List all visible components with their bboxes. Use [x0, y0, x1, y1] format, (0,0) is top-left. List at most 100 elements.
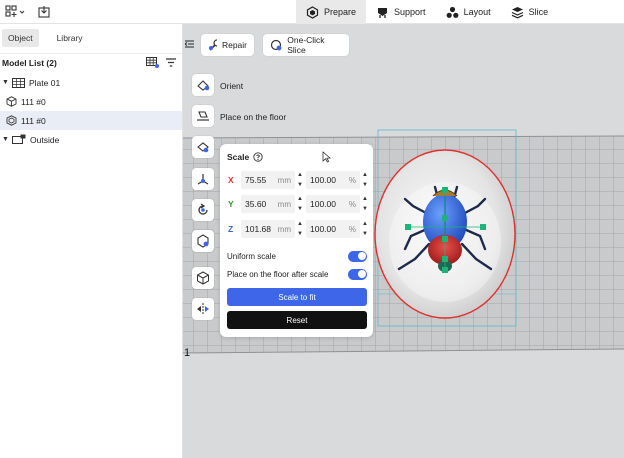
percent-z-stepper[interactable]: ▲ ▼ — [362, 220, 368, 238]
percent-z-value: 100.00 — [310, 224, 336, 234]
repair-button[interactable]: Repair — [201, 34, 254, 56]
percent-x-input[interactable]: 100.00 % — [306, 171, 360, 189]
percent-z-unit: % — [348, 224, 356, 234]
scale-icon — [197, 234, 209, 248]
table-add-icon[interactable] — [146, 57, 159, 68]
scale-title-label: Scale — [227, 152, 250, 162]
tab-library[interactable]: Library — [51, 29, 89, 47]
move-axes-icon — [197, 174, 209, 185]
percent-x-stepper[interactable]: ▲ ▼ — [362, 171, 368, 189]
scale-tool-button[interactable] — [191, 229, 215, 253]
scale-to-fit-button[interactable]: Scale to fit — [227, 288, 367, 306]
mirror-tool-button[interactable] — [192, 298, 214, 320]
top-bar: Prepare Support Layout Slice — [0, 0, 624, 24]
rotate-tool-button[interactable] — [192, 199, 214, 221]
rotate-icon — [198, 203, 208, 215]
cut-icon — [197, 142, 209, 153]
tree-item-part[interactable]: 111 #0 — [0, 111, 182, 130]
mirror-icon — [197, 303, 209, 315]
percent-y-input[interactable]: 100.00 % — [306, 195, 360, 213]
collapse-sidebar-button[interactable] — [183, 38, 195, 50]
scale-row-x: X 75.55 mm ▲ ▼ 100.00 % ▲ ▼ — [220, 171, 373, 189]
support-icon — [378, 7, 388, 18]
object-cube-icon — [6, 96, 17, 107]
prepare-cube-icon — [306, 5, 319, 19]
add-grid-icon — [5, 5, 25, 17]
percent-y-unit: % — [348, 199, 356, 209]
plate-number-label: 1 — [184, 347, 191, 359]
tab-slice[interactable]: Slice — [501, 0, 559, 24]
tab-object[interactable]: Object — [2, 29, 39, 47]
percent-x-value: 100.00 — [310, 175, 336, 185]
place-on-floor-button[interactable] — [192, 105, 214, 127]
scale-row-y: Y 35.60 mm ▲ ▼ 100.00 % ▲ ▼ — [220, 195, 373, 213]
percent-x-unit: % — [348, 175, 356, 185]
percent-z-input[interactable]: 100.00 % — [306, 220, 360, 238]
tab-slice-label: Slice — [528, 7, 549, 17]
tree-item-object-label: 111 #0 — [21, 96, 46, 107]
size-y-unit: mm — [277, 199, 291, 209]
one-click-slice-label: One-Click Slice — [287, 35, 325, 55]
place-on-floor-icon — [197, 111, 209, 121]
import-button[interactable] — [37, 4, 51, 20]
size-z-input[interactable]: 101.68 mm — [241, 220, 295, 238]
one-click-slice-icon — [270, 39, 282, 50]
orient-button[interactable] — [192, 74, 214, 96]
repair-label: Repair — [221, 40, 247, 50]
scale-panel-title: Scale — [227, 152, 263, 162]
size-x-unit: mm — [277, 175, 291, 185]
tab-support-label: Support — [394, 7, 426, 17]
place-floor-after-scale-row: Place on the floor after scale — [227, 267, 367, 281]
cut-tool-button[interactable] — [192, 136, 214, 158]
tree-item-outside[interactable]: ▼ Outside — [0, 130, 182, 149]
model-list-header: Model List (2) — [0, 53, 182, 71]
size-y-value: 35.60 — [245, 199, 267, 209]
collapse-caret-icon[interactable]: ▼ — [2, 79, 9, 86]
size-z-value: 101.68 — [245, 224, 271, 234]
tree-item-plate[interactable]: ▼ Plate 01 — [0, 73, 182, 92]
uniform-scale-label: Uniform scale — [227, 251, 276, 261]
filter-icon[interactable] — [166, 58, 176, 67]
tab-layout-label: Layout — [463, 7, 491, 17]
orient-icon — [197, 80, 210, 91]
size-x-stepper[interactable]: ▲ ▼ — [297, 171, 303, 189]
tree-item-object[interactable]: 111 #0 — [0, 92, 182, 111]
place-floor-after-scale-label: Place on the floor after scale — [227, 269, 329, 279]
size-y-input[interactable]: 35.60 mm — [241, 195, 295, 213]
repair-wrench-icon — [209, 38, 217, 51]
tab-prepare-label: Prepare — [324, 7, 357, 17]
3d-viewport[interactable]: 1 Repair One-Click Slice Orient Place on… — [183, 24, 624, 458]
percent-y-stepper[interactable]: ▲ ▼ — [362, 195, 368, 213]
size-y-stepper[interactable]: ▲ ▼ — [297, 195, 303, 213]
tab-prepare[interactable]: Prepare — [296, 0, 367, 24]
collapse-icon — [184, 40, 194, 48]
tab-object-label: Object — [8, 33, 33, 43]
add-menu-button[interactable] — [5, 4, 25, 20]
one-click-slice-button[interactable]: One-Click Slice — [263, 34, 349, 56]
move-tool-button[interactable] — [192, 168, 214, 190]
size-x-input[interactable]: 75.55 mm — [241, 171, 295, 189]
uniform-scale-toggle[interactable] — [348, 250, 367, 262]
part-icon — [6, 115, 17, 126]
tree-item-outside-label: Outside — [30, 134, 60, 145]
plate-icon — [12, 77, 25, 88]
tree-item-plate-label: Plate 01 — [29, 77, 61, 88]
place-floor-after-scale-toggle[interactable] — [348, 268, 367, 280]
size-z-stepper[interactable]: ▲ ▼ — [297, 220, 303, 238]
reset-button[interactable]: Reset — [227, 311, 367, 329]
uniform-scale-row: Uniform scale — [227, 249, 367, 263]
reset-label: Reset — [286, 315, 308, 325]
place-on-floor-label: Place on the floor — [220, 112, 287, 122]
tab-support[interactable]: Support — [366, 0, 436, 24]
percent-y-value: 100.00 — [310, 199, 336, 209]
axis-z-label: Z — [228, 224, 234, 234]
help-icon[interactable] — [253, 152, 263, 162]
scale-to-fit-label: Scale to fit — [278, 292, 316, 302]
variable-layer-button[interactable] — [192, 267, 214, 289]
import-icon — [38, 6, 50, 18]
outside-plate-icon — [12, 134, 26, 144]
tab-library-label: Library — [56, 33, 83, 43]
orient-label: Orient — [220, 81, 244, 91]
tab-layout[interactable]: Layout — [436, 0, 501, 24]
collapse-caret-icon[interactable]: ▼ — [2, 136, 9, 143]
